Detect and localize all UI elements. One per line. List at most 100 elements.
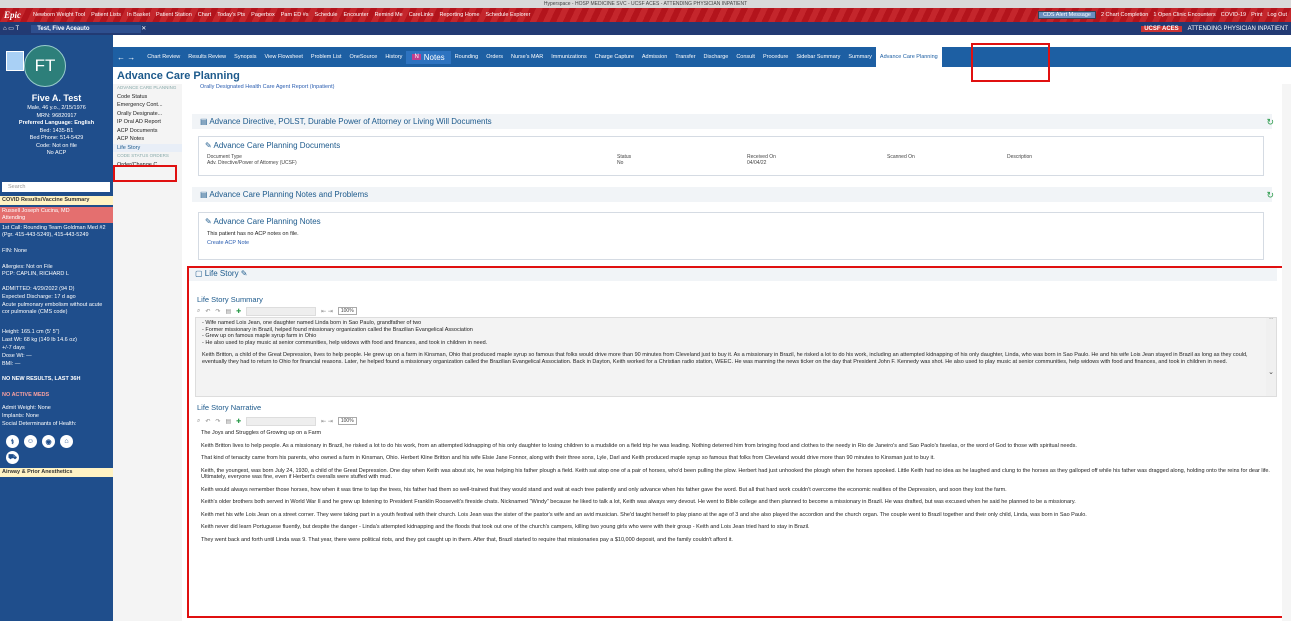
nav-acp-documents[interactable]: ACP Documents [113, 127, 182, 136]
toolbar-item[interactable]: Schedule Explorer [486, 12, 531, 18]
narrative-textbox[interactable]: The Joys and Struggles of Growing up on … [195, 428, 1277, 613]
tab-results-review[interactable]: Results Review [184, 54, 230, 60]
epic-logo[interactable]: Epic [4, 10, 21, 20]
search-input[interactable]: Search [2, 182, 110, 192]
tab-onesource[interactable]: OneSource [345, 54, 381, 60]
toolbar-item[interactable]: Today's Pts [217, 12, 245, 18]
toolbar-item[interactable]: Pam ED #s [281, 12, 309, 18]
zoom-select[interactable]: 100% [337, 417, 357, 425]
tab-rounding[interactable]: Rounding [451, 54, 483, 60]
toolbar-item[interactable]: Encounter [343, 12, 368, 18]
home-icon[interactable]: ⌂ ▭ T [3, 25, 19, 32]
summary-toolbar: ⌕ ↶ ↷ ▤ ✚ ⇤ ⇥ 100% [197, 306, 357, 316]
scrollbar[interactable]: ⌃ ⌄ [1266, 318, 1276, 396]
attending-block[interactable]: Russell Joseph Cucina, MD Attending [0, 207, 113, 223]
tab-orders[interactable]: Orders [482, 54, 507, 60]
tab-discharge[interactable]: Discharge [700, 54, 733, 60]
tab-notes[interactable]: N Notes [406, 50, 451, 64]
card-title-text: Advance Care Planning Documents [213, 141, 341, 150]
toolbar-item[interactable]: Patient Lists [91, 12, 121, 18]
add-icon[interactable]: ✚ [236, 308, 241, 315]
bmi: BMI: — [2, 361, 21, 367]
chart-completion[interactable]: 2 Chart Completion [1101, 12, 1148, 18]
toolbar-item[interactable]: Remind Me [375, 12, 403, 18]
toolbar-item[interactable]: Pagerbox [251, 12, 275, 18]
car-icon[interactable]: ⛟ [6, 451, 19, 464]
airway-link[interactable]: Airway & Prior Anesthetics [0, 468, 113, 477]
nav-ip-oral-ad[interactable]: IP Oral AD Report [113, 118, 182, 127]
transport-icon[interactable]: ◉ [42, 435, 55, 448]
indent-icon[interactable]: ⇤ ⇥ [321, 418, 333, 425]
style-dropdown[interactable] [246, 306, 317, 316]
narrative-toolbar: ⌕ ↶ ↷ ▤ ✚ ⇤ ⇥ 100% [197, 416, 357, 426]
toolbar-item[interactable]: Schedule [315, 12, 338, 18]
insert-icon[interactable]: ▤ [225, 308, 231, 315]
tab-advance-care-planning[interactable]: Advance Care Planning [875, 47, 942, 67]
tab-summary[interactable]: Summary [844, 54, 876, 60]
pcp[interactable]: PCP: CAPLIN, RICHARD L [2, 271, 69, 278]
nav-emergency-contacts[interactable]: Emergency Cont... [113, 101, 182, 110]
weight-delta: +/-7 days [2, 345, 25, 351]
undo-icon[interactable]: ↶ [205, 308, 210, 315]
toolbar-item[interactable]: Chart [198, 12, 211, 18]
tab-problem-list[interactable]: Problem List [307, 54, 346, 60]
tab-chart-review[interactable]: Chart Review [143, 54, 184, 60]
logout-button[interactable]: Log Out [1267, 12, 1287, 18]
housing-icon[interactable]: ⌂ [60, 435, 73, 448]
food-icon[interactable]: ⚕ [6, 435, 19, 448]
spellcheck-icon[interactable]: ⌕ [197, 308, 200, 315]
tab-charge-capture[interactable]: Charge Capture [591, 54, 638, 60]
print-button[interactable]: Print [1251, 12, 1262, 18]
toolbar-item[interactable]: Newborn Weight Tool [33, 12, 85, 18]
tab-admission[interactable]: Admission [638, 54, 671, 60]
insert-icon[interactable]: ▤ [225, 418, 231, 425]
covid-button[interactable]: COVID-19 [1221, 12, 1246, 18]
tab-transfer[interactable]: Transfer [671, 54, 699, 60]
close-icon[interactable]: ✕ [141, 25, 146, 32]
patient-tab[interactable]: Test, Five Aceauto [31, 24, 142, 33]
nav-acp-notes[interactable]: ACP Notes [113, 135, 182, 144]
cell: No [617, 160, 624, 166]
nav-orally-designated[interactable]: Orally Designate... [113, 110, 182, 119]
tab-flowsheet[interactable]: View Flowsheet [260, 54, 306, 60]
undo-icon[interactable]: ↶ [205, 418, 210, 425]
height: Height: 165.1 cm (5' 5") [2, 329, 60, 335]
refresh-icon[interactable]: ↻ [1266, 117, 1274, 128]
toolbar-item[interactable]: Reporting Home [439, 12, 479, 18]
spellcheck-icon[interactable]: ⌕ [197, 418, 200, 425]
toolbar-item[interactable]: CareLinks [409, 12, 434, 18]
cds-alert-button[interactable]: CDS Alert Message [1037, 11, 1096, 19]
tab-immunizations[interactable]: Immunizations [547, 54, 590, 60]
tab-history[interactable]: History [381, 54, 406, 60]
table-row[interactable]: Adv. Directive/Power of Attorney (UCSF) … [199, 160, 1263, 166]
create-acp-note-link[interactable]: Create ACP Note [199, 238, 1263, 248]
bed-phone: Bed Phone: 514-5429 [29, 135, 84, 141]
tab-mar[interactable]: Nurse's MAR [507, 54, 547, 60]
open-encounters[interactable]: 1 Open Clinic Encounters [1153, 12, 1215, 18]
tab-sidebar-summary[interactable]: Sidebar Summary [792, 54, 844, 60]
main-scrollbar[interactable] [1282, 84, 1291, 621]
orally-designated-link[interactable]: Orally Designated Health Care Agent Repo… [200, 84, 335, 90]
back-forward-icon[interactable]: ← → [117, 53, 135, 62]
refresh-icon[interactable]: ↻ [1266, 190, 1274, 201]
nav-code-status[interactable]: Code Status [113, 93, 182, 102]
summary-textbox[interactable]: - Wife named Lois Jean, one daughter nam… [195, 317, 1277, 397]
weight: Last Wt: 68 kg (149 lb 14.6 oz) [2, 337, 77, 343]
style-dropdown[interactable] [246, 416, 317, 426]
allergies[interactable]: Allergies: Not on File [2, 264, 53, 271]
toolbar-item[interactable]: Patient Station [156, 12, 192, 18]
toolbar-item[interactable]: In Basket [127, 12, 150, 18]
people-icon[interactable]: ☺ [24, 435, 37, 448]
nav-order-change[interactable]: Order/Change C... [113, 161, 182, 170]
sticky-note-icon[interactable] [6, 51, 24, 71]
tab-synopsis[interactable]: Synopsis [230, 54, 260, 60]
add-icon[interactable]: ✚ [236, 418, 241, 425]
tab-consult[interactable]: Consult [732, 54, 759, 60]
nav-life-story[interactable]: Life Story [113, 143, 182, 152]
redo-icon[interactable]: ↷ [215, 308, 220, 315]
tab-procedure[interactable]: Procedure [759, 54, 792, 60]
redo-icon[interactable]: ↷ [215, 418, 220, 425]
covid-results-link[interactable]: COVID Results/Vaccine Summary [0, 196, 113, 205]
zoom-select[interactable]: 100% [337, 307, 357, 315]
indent-icon[interactable]: ⇤ ⇥ [321, 308, 333, 315]
